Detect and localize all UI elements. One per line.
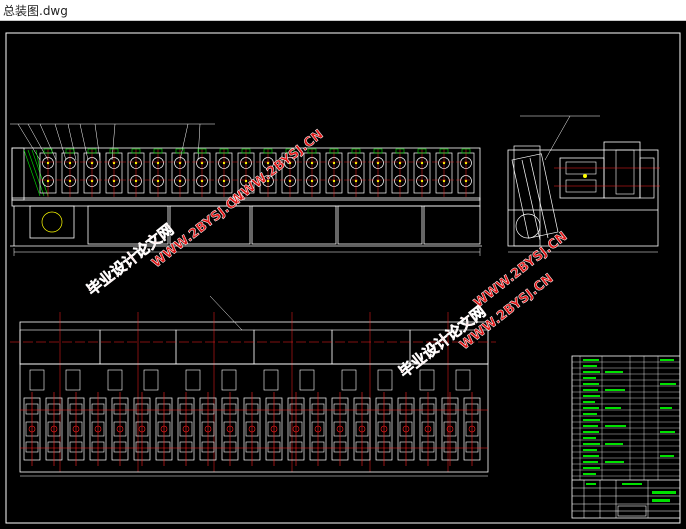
watermark-right: 毕业设计论文网 WWW.2BYSJ.CN (395, 271, 557, 382)
cad-drawing-canvas[interactable]: 毕业设计论文网 WWW.2BYSJ.CN 毕业设计论文网 WWW.2BYSJ.C… (0, 21, 686, 529)
window-title: 总装图.dwg (3, 4, 68, 18)
watermark-mid: WWW.2BYSJ.CN WWW.2BYSJ.CN (227, 127, 571, 312)
side-elevation-view (507, 115, 660, 253)
cad-drawing-viewport[interactable]: 毕业设计论文网 WWW.2BYSJ.CN 毕业设计论文网 WWW.2BYSJ.C… (0, 21, 686, 529)
watermark-url-mid: WWW.2BYSJ.CN (227, 127, 326, 209)
plan-view (10, 295, 496, 477)
window-titlebar: 总装图.dwg (0, 0, 686, 21)
title-block (571, 355, 681, 519)
